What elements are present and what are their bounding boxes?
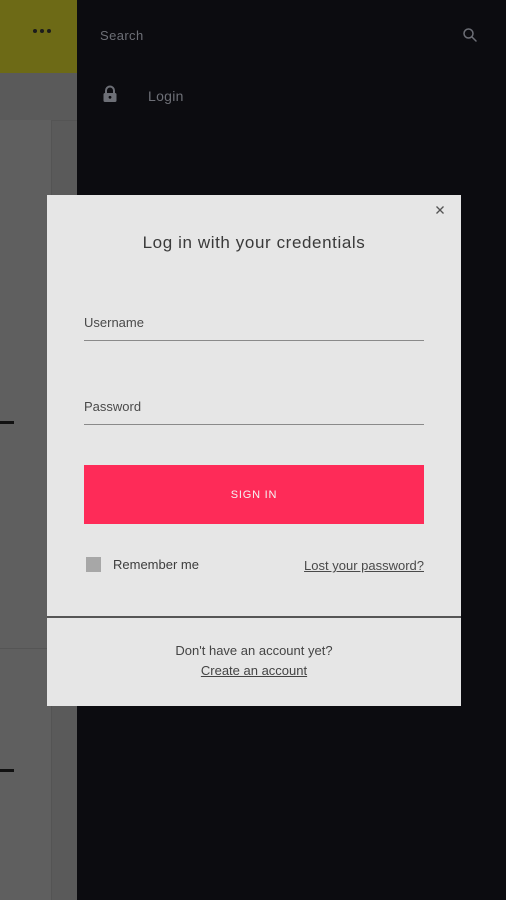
modal-title: Log in with your credentials bbox=[142, 233, 366, 252]
password-field[interactable] bbox=[84, 389, 424, 425]
more-icon[interactable] bbox=[31, 24, 53, 38]
background-dash bbox=[0, 421, 14, 424]
remember-me-toggle[interactable]: Remember me bbox=[86, 557, 199, 572]
background-content bbox=[0, 120, 52, 900]
lock-icon bbox=[103, 85, 117, 102]
username-field[interactable] bbox=[84, 305, 424, 341]
app-screen: Search Login Log in with your credential… bbox=[0, 0, 506, 900]
close-icon[interactable] bbox=[433, 203, 447, 217]
create-account-link[interactable]: Create an account bbox=[201, 663, 307, 678]
lost-password-link[interactable]: Lost your password? bbox=[304, 558, 424, 573]
sign-in-button[interactable]: SIGN IN bbox=[84, 465, 424, 524]
background-dash bbox=[0, 769, 14, 772]
create-account-row: Create an account bbox=[47, 663, 461, 678]
background-divider bbox=[0, 648, 52, 649]
login-modal: Log in with your credentials SIGN IN Rem… bbox=[47, 195, 461, 706]
modal-divider bbox=[47, 616, 461, 618]
drawer-item-label: Login bbox=[148, 88, 184, 104]
no-account-text: Don't have an account yet? bbox=[175, 643, 333, 658]
background-header bbox=[0, 0, 77, 73]
remember-me-label: Remember me bbox=[113, 557, 199, 572]
drawer-search-bar[interactable]: Search bbox=[77, 0, 506, 73]
remember-me-checkbox[interactable] bbox=[86, 557, 101, 572]
background-divider bbox=[52, 120, 77, 121]
search-icon[interactable] bbox=[462, 27, 478, 43]
drawer-item-login[interactable]: Login bbox=[77, 78, 506, 114]
search-label: Search bbox=[100, 28, 144, 43]
